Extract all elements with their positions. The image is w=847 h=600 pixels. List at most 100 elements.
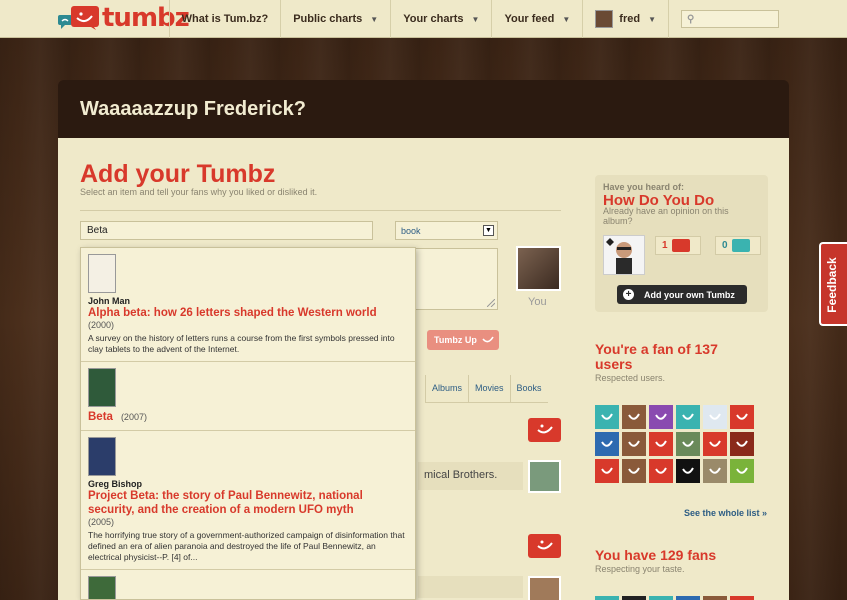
user-avatar[interactable] xyxy=(595,596,619,600)
user-avatar[interactable] xyxy=(595,405,619,429)
smile-icon xyxy=(682,440,694,447)
nav-what-is[interactable]: What is Tum.bz? xyxy=(168,0,281,38)
tab-books[interactable]: Books xyxy=(509,375,548,402)
fans-grid xyxy=(595,596,754,600)
result-item[interactable] xyxy=(81,570,415,599)
tumbz-up-badge-icon xyxy=(528,534,561,558)
user-avatar[interactable] xyxy=(649,432,673,456)
main-nav: What is Tum.bz? Public charts ▼ Your char… xyxy=(168,0,847,38)
nav-your-charts[interactable]: Your charts ▼ xyxy=(390,0,491,38)
user-avatar[interactable] xyxy=(595,459,619,483)
smile-icon xyxy=(628,440,640,447)
followed-users-grid xyxy=(595,405,754,483)
user-avatar[interactable] xyxy=(622,405,646,429)
smile-icon xyxy=(601,467,613,474)
see-whole-list-link[interactable]: See the whole list » xyxy=(684,508,767,518)
user-avatar[interactable] xyxy=(622,459,646,483)
chevron-down-icon: ▼ xyxy=(471,14,480,24)
up-count: 1 xyxy=(662,240,668,251)
nav-your-feed-label: Your feed xyxy=(504,13,555,25)
book-cover xyxy=(88,576,116,599)
user-avatar[interactable] xyxy=(703,405,727,429)
book-cover xyxy=(88,437,116,476)
search-container: ⚲ xyxy=(668,0,847,38)
user-avatar[interactable] xyxy=(730,405,754,429)
result-item[interactable]: John Man Alpha beta: how 26 letters shap… xyxy=(81,248,415,362)
book-cover xyxy=(88,254,116,293)
add-tumbz-title: Add your Tumbz xyxy=(80,160,276,188)
user-avatar[interactable] xyxy=(676,596,700,600)
nav-your-feed[interactable]: Your feed ▼ xyxy=(491,0,582,38)
add-tumbz-subtitle: Select an item and tell your fans why yo… xyxy=(80,187,318,197)
divider xyxy=(80,210,561,211)
resize-handle-icon[interactable] xyxy=(487,299,495,307)
user-avatar[interactable] xyxy=(730,432,754,456)
user-avatar[interactable] xyxy=(730,596,754,600)
you-label: You xyxy=(528,296,547,308)
tab-albums[interactable]: Albums xyxy=(425,375,468,402)
feed-user-avatar[interactable] xyxy=(528,576,561,600)
item-type-select[interactable]: book ▼ xyxy=(395,221,498,240)
smile-icon xyxy=(655,413,667,420)
smile-icon xyxy=(736,467,748,474)
chevron-down-icon: ▼ xyxy=(648,14,656,24)
user-avatar[interactable] xyxy=(622,432,646,456)
suggestion-heading: Have you heard of: xyxy=(603,182,685,192)
tumbz-up-button[interactable]: Tumbz Up xyxy=(427,330,499,350)
greeting-header: Waaaaazzup Frederick? xyxy=(58,80,789,138)
user-avatar[interactable] xyxy=(649,405,673,429)
book-cover xyxy=(88,368,116,407)
user-avatar[interactable] xyxy=(595,432,619,456)
result-year: (2007) xyxy=(120,412,147,422)
down-count: 0 xyxy=(722,240,728,251)
user-avatar[interactable] xyxy=(676,459,700,483)
user-avatar[interactable] xyxy=(703,596,727,600)
category-tabs: Albums Movies Books xyxy=(425,375,548,403)
result-description: The horrifying true story of a governmen… xyxy=(88,530,405,562)
user-avatar[interactable] xyxy=(649,596,673,600)
tumbz-up-count[interactable]: 1 xyxy=(655,236,701,255)
your-avatar xyxy=(516,246,561,291)
tumbz-down-icon xyxy=(731,239,750,252)
fans-subtitle: Respecting your taste. xyxy=(595,564,685,574)
result-title: Beta xyxy=(88,411,113,423)
smile-icon xyxy=(601,440,613,447)
user-avatar[interactable] xyxy=(730,459,754,483)
result-item[interactable]: Beta (2007) xyxy=(81,362,415,431)
user-avatar[interactable] xyxy=(703,432,727,456)
result-item[interactable]: Greg Bishop Project Beta: the story of P… xyxy=(81,431,415,570)
user-avatar xyxy=(595,10,614,28)
smile-icon xyxy=(709,413,721,420)
user-avatar[interactable] xyxy=(622,596,646,600)
smile-icon xyxy=(736,413,748,420)
tumbz-up-badge-icon xyxy=(528,418,561,442)
nav-public-charts[interactable]: Public charts ▼ xyxy=(280,0,390,38)
feedback-tab[interactable]: Feedback xyxy=(819,242,847,326)
feed-user-avatar[interactable] xyxy=(528,460,561,493)
smile-icon xyxy=(655,467,667,474)
feedback-label: Feedback xyxy=(825,257,839,313)
search-icon: ⚲ xyxy=(687,13,695,25)
user-avatar[interactable] xyxy=(676,432,700,456)
smile-icon xyxy=(482,336,494,343)
user-avatar[interactable] xyxy=(649,459,673,483)
add-own-tumbz-button[interactable]: + Add your own Tumbz xyxy=(617,285,747,304)
user-avatar[interactable] xyxy=(676,405,700,429)
fan-of-subtitle: Respected users. xyxy=(595,373,666,383)
tumbz-up-icon xyxy=(671,239,690,252)
result-author: Greg Bishop xyxy=(88,479,143,489)
item-search-input[interactable]: Beta xyxy=(80,221,373,240)
fan-of-title: You're a fan of 137 users xyxy=(595,341,718,372)
result-description: A survey on the history of letters runs … xyxy=(88,333,395,354)
tumbz-down-count[interactable]: 0 xyxy=(715,236,761,255)
search-input[interactable]: ⚲ xyxy=(681,10,779,28)
user-avatar[interactable] xyxy=(703,459,727,483)
result-author: John Man xyxy=(88,296,130,306)
autocomplete-dropdown: John Man Alpha beta: how 26 letters shap… xyxy=(80,247,416,600)
nav-your-charts-label: Your charts xyxy=(403,13,464,25)
smile-icon xyxy=(736,440,748,447)
nav-user-menu[interactable]: fred ▼ xyxy=(582,0,668,38)
plus-icon: + xyxy=(623,289,634,300)
suggestion-cover[interactable] xyxy=(603,235,645,275)
tab-movies[interactable]: Movies xyxy=(468,375,510,402)
